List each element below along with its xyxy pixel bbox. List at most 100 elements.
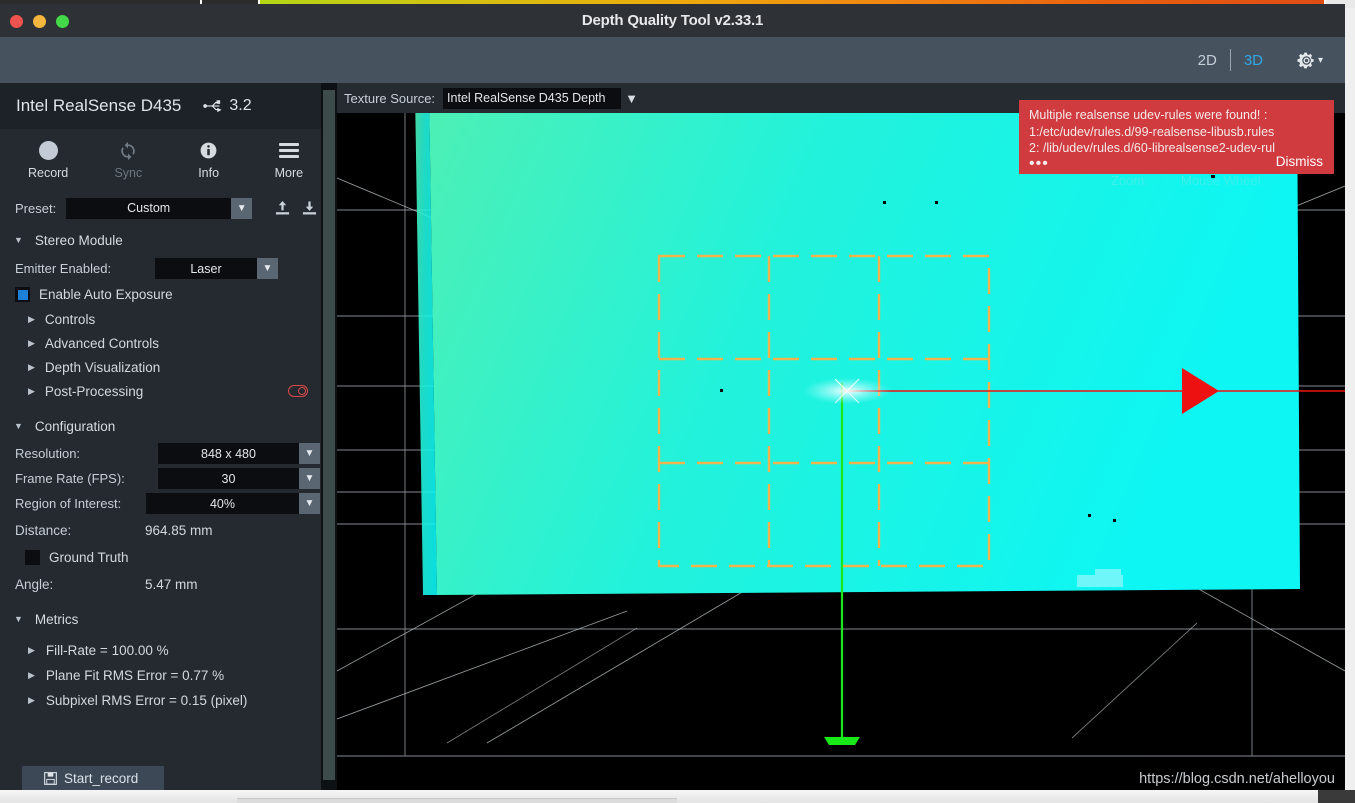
chevron-down-icon: ▼	[14, 614, 23, 624]
window-title: Depth Quality Tool v2.33.1	[581, 12, 764, 29]
window-titlebar[interactable]: Depth Quality Tool v2.33.1	[0, 4, 1345, 37]
chevron-down-icon: ▼	[14, 235, 23, 245]
upload-icon[interactable]	[275, 200, 290, 216]
chevron-right-icon: ▶	[28, 313, 35, 324]
sync-button[interactable]: Sync	[88, 129, 168, 191]
record-dot-icon	[38, 141, 58, 161]
chevron-right-icon: ▶	[28, 645, 35, 655]
chevron-down-icon: ▼	[14, 421, 23, 431]
ground-truth-checkbox[interactable]	[25, 549, 40, 565]
download-icon[interactable]	[302, 200, 317, 216]
sidebar-scrollbar-thumb[interactable]	[323, 90, 335, 780]
notification-line-1: Multiple realsense udev-rules were found…	[1029, 108, 1268, 122]
hamburger-icon	[278, 141, 299, 161]
subsection-post-processing[interactable]: ▶ Post-Processing	[0, 379, 337, 403]
device-name: Intel RealSense D435	[16, 96, 182, 115]
fps-dropdown[interactable]: 30 ▼	[158, 468, 320, 489]
angle-label: Angle:	[15, 576, 54, 592]
chevron-right-icon: ▶	[28, 337, 35, 348]
texture-source-value: Intel RealSense D435 Depth	[443, 87, 622, 109]
preset-value: Custom	[66, 197, 232, 219]
usb-version: 3.2	[229, 97, 252, 114]
texture-source-label: Texture Source:	[344, 90, 436, 106]
subsection-label: Controls	[44, 311, 96, 327]
resolution-value: 848 x 480	[158, 443, 299, 464]
metric-label: Fill-Rate = 100.00 %	[45, 643, 169, 658]
fps-value: 30	[158, 468, 299, 489]
emitter-dropdown[interactable]: Laser ▼	[155, 258, 278, 279]
section-stereo-module[interactable]: ▼ Stereo Module	[0, 225, 337, 255]
device-header: Intel RealSense D435 3.2	[0, 83, 337, 129]
metric-plane-fit-rms[interactable]: ▶ Plane Fit RMS Error = 0.77 %	[0, 663, 337, 688]
metric-label: Plane Fit RMS Error = 0.77 %	[45, 668, 225, 683]
subsection-depth-visualization[interactable]: ▶ Depth Visualization	[0, 355, 337, 379]
desktop-taskbar	[0, 790, 1355, 803]
section-title: Metrics	[34, 611, 79, 627]
preset-row: Preset: Custom ▼	[0, 191, 337, 225]
settings-menu-button[interactable]: ▾	[1297, 51, 1323, 70]
preset-label: Preset:	[15, 200, 57, 216]
tab-3d[interactable]: 3D	[1244, 52, 1263, 69]
texture-source-dropdown[interactable]: Intel RealSense D435 Depth ▼	[443, 87, 642, 109]
section-title: Stereo Module	[34, 232, 123, 248]
chevron-right-icon: ▶	[28, 670, 35, 680]
chevron-down-icon[interactable]: ▼	[299, 468, 320, 489]
preset-io-buttons	[275, 200, 317, 216]
emitter-value: Laser	[155, 258, 257, 279]
post-processing-toggle[interactable]	[288, 385, 308, 397]
view-mode-switch: 2D 3D	[1198, 49, 1263, 71]
section-metrics[interactable]: ▼ Metrics	[0, 604, 337, 634]
more-button[interactable]: More	[249, 129, 329, 191]
auto-exposure-label: Enable Auto Exposure	[39, 287, 173, 302]
metric-label: Subpixel RMS Error = 0.15 (pixel)	[45, 693, 248, 708]
start-record-label: Start_record	[64, 771, 139, 786]
notification-dismiss-button[interactable]: Dismiss	[1276, 154, 1323, 169]
usb-icon	[203, 100, 222, 113]
chevron-down-icon[interactable]: ▼	[257, 258, 278, 279]
screen: Depth Quality Tool v2.33.1 2D 3D ▾ Intel…	[0, 0, 1355, 803]
chevron-down-icon: ▾	[1317, 54, 1323, 66]
resolution-row: Resolution: 848 x 480 ▼	[0, 441, 337, 466]
emitter-label: Emitter Enabled:	[15, 261, 112, 276]
metric-fill-rate[interactable]: ▶ Fill-Rate = 100.00 %	[0, 638, 337, 663]
ground-truth-label: Ground Truth	[49, 549, 129, 565]
resolution-dropdown[interactable]: 848 x 480 ▼	[158, 443, 320, 464]
distance-label: Distance:	[15, 522, 72, 538]
view-mode-divider	[1229, 49, 1231, 71]
chevron-right-icon: ▶	[28, 385, 35, 396]
tab-2d[interactable]: 2D	[1198, 52, 1217, 69]
section-configuration[interactable]: ▼ Configuration	[0, 411, 337, 441]
fps-row: Frame Rate (FPS): 30 ▼	[0, 466, 337, 491]
info-button[interactable]: Info	[169, 129, 249, 191]
notification-expand-button[interactable]: •••	[1029, 156, 1049, 172]
record-label: Record	[27, 165, 69, 180]
notification-banner: Multiple realsense udev-rules were found…	[1019, 100, 1334, 174]
fps-label: Frame Rate (FPS):	[15, 471, 125, 486]
view-toolbar: 2D 3D ▾	[0, 37, 1345, 83]
chevron-down-icon[interactable]: ▼	[231, 197, 253, 219]
auto-exposure-row[interactable]: Enable Auto Exposure	[0, 282, 337, 307]
subsection-controls[interactable]: ▶ Controls	[0, 307, 337, 331]
ground-truth-row[interactable]: Ground Truth	[0, 544, 337, 570]
angle-value: 5.47 mm	[145, 576, 198, 592]
preset-dropdown[interactable]: Custom ▼	[66, 197, 253, 219]
auto-exposure-checkbox[interactable]	[15, 287, 30, 302]
chevron-down-icon[interactable]: ▼	[299, 493, 320, 514]
sync-icon	[118, 141, 138, 161]
roi-dropdown[interactable]: 40% ▼	[146, 493, 320, 514]
taskbar-fragment	[237, 798, 677, 803]
subsection-advanced-controls[interactable]: ▶ Advanced Controls	[0, 331, 337, 355]
3d-viewport[interactable]: Rotate: Left Mouse Button Pan: Middle Mo…	[337, 83, 1345, 791]
distance-row: Distance: 964.85 mm	[0, 516, 337, 544]
metric-subpixel-rms[interactable]: ▶ Subpixel RMS Error = 0.15 (pixel)	[0, 688, 337, 713]
start-record-button[interactable]: Start_record	[22, 766, 164, 791]
section-title: Configuration	[34, 418, 116, 434]
sync-label: Sync	[114, 165, 143, 180]
chevron-right-icon: ▶	[28, 361, 35, 372]
resolution-label: Resolution:	[15, 446, 81, 461]
chevron-right-icon: ▶	[28, 695, 35, 705]
chevron-down-icon[interactable]: ▼	[299, 443, 320, 464]
more-label: More	[274, 165, 304, 180]
record-button[interactable]: Record	[8, 129, 88, 191]
chevron-down-icon[interactable]: ▼	[621, 88, 642, 109]
